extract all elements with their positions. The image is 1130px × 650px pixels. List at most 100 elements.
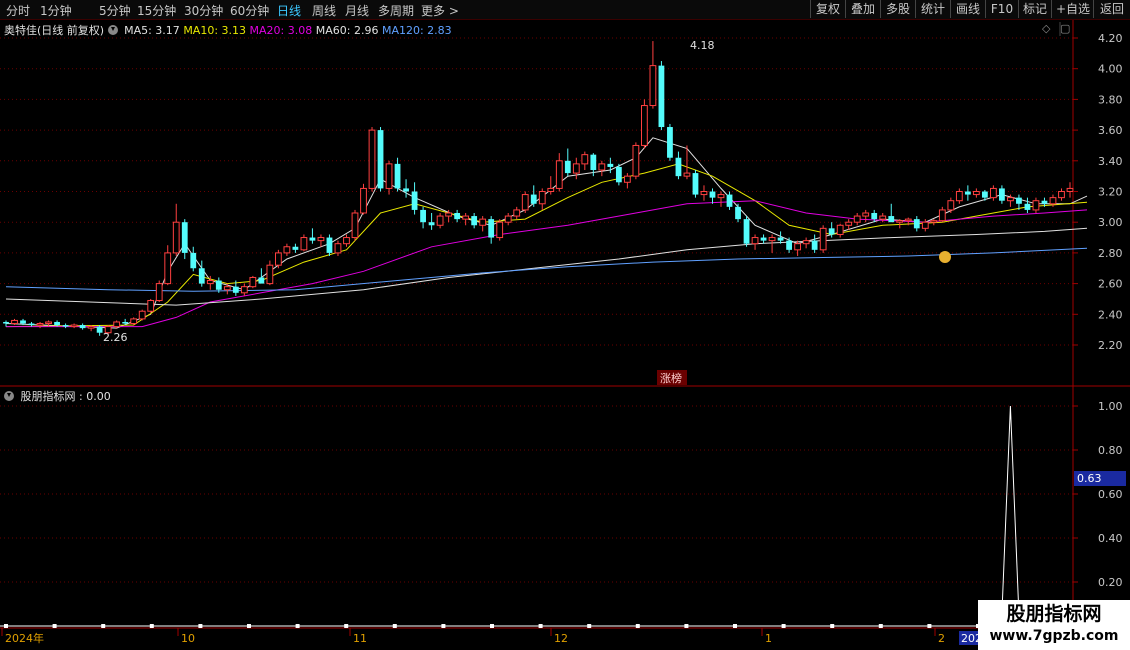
candle	[828, 222, 835, 238]
price-label: 2.60	[1098, 278, 1123, 291]
candle	[377, 127, 384, 192]
candle-body	[938, 209, 946, 222]
candle	[496, 219, 504, 241]
candle	[155, 280, 163, 303]
indicator-label: 0.80	[1098, 444, 1123, 457]
candle-body	[564, 160, 571, 174]
candle	[79, 323, 86, 330]
mark-button[interactable]: 标记	[1018, 0, 1051, 18]
tab-60min[interactable]: 60分钟	[230, 2, 269, 19]
ma5-line	[5, 137, 1088, 329]
candle	[564, 148, 571, 177]
price-label: 4.20	[1098, 32, 1123, 45]
candle	[743, 216, 750, 247]
candle	[403, 179, 409, 198]
candle-body	[3, 321, 9, 324]
candle	[198, 260, 205, 287]
candle-body	[181, 222, 188, 253]
tab-more[interactable]: 更多 >	[421, 2, 459, 19]
candle	[709, 188, 716, 204]
candle-body	[113, 321, 121, 328]
candle	[760, 234, 767, 244]
draw-line-button[interactable]: 画线	[950, 0, 985, 18]
candle	[3, 320, 9, 327]
candle-body	[888, 216, 895, 223]
tab-1min[interactable]: 1分钟	[40, 2, 72, 19]
indicator-dot	[733, 624, 737, 628]
multi-stock-button[interactable]: 多股	[880, 0, 915, 18]
candle-body	[411, 191, 418, 210]
candle	[581, 151, 589, 171]
candle-body	[326, 237, 333, 253]
tab-30min[interactable]: 30分钟	[184, 2, 223, 19]
indicator-dot	[101, 624, 106, 628]
add-watchlist-button[interactable]: +自选	[1051, 0, 1093, 18]
tab-monthly[interactable]: 月线	[345, 2, 369, 19]
candle	[768, 234, 776, 253]
adjust-button[interactable]: 复权	[810, 0, 845, 18]
candle	[751, 234, 759, 250]
tab-timeshare[interactable]: 分时	[6, 2, 30, 19]
candle	[794, 240, 802, 256]
candle	[420, 206, 426, 229]
f10-button[interactable]: F10	[985, 0, 1018, 18]
overlay-button[interactable]: 叠加	[845, 0, 880, 18]
candle	[667, 123, 673, 161]
candle-body	[54, 321, 60, 326]
candle	[164, 245, 172, 286]
candle	[11, 318, 18, 326]
candle	[632, 142, 640, 180]
tab-weekly[interactable]: 周线	[312, 2, 336, 19]
candle-body	[292, 246, 299, 250]
indicator-dropdown-icon[interactable]	[4, 391, 14, 401]
ma60-label: MA60: 2.96	[315, 24, 379, 37]
kline-chart[interactable]: 4.20 4.00 3.80 3.60 3.40 3.20 3.00 2.80 2.60 2.40…	[0, 0, 1130, 650]
candle-body	[572, 163, 580, 174]
tab-5min[interactable]: 5分钟	[99, 2, 131, 19]
ma120-line	[5, 247, 1088, 292]
candle	[649, 41, 657, 109]
statistics-button[interactable]: 统计	[915, 0, 950, 18]
candle-body	[190, 252, 197, 269]
candle	[836, 223, 844, 238]
indicator-dot	[538, 624, 543, 628]
time-label: 12	[554, 632, 568, 645]
candle-body	[726, 194, 733, 207]
candle-body	[1024, 203, 1031, 210]
time-label: 10	[181, 632, 195, 645]
indicator-dot	[878, 624, 883, 628]
axes	[0, 20, 1130, 650]
indicator-dot	[635, 624, 640, 628]
tab-daily[interactable]: 日线	[277, 2, 301, 19]
tab-15min[interactable]: 15分钟	[137, 2, 176, 19]
candle-body	[955, 191, 963, 202]
dropdown-circle-icon[interactable]	[107, 25, 118, 35]
back-button[interactable]: 返回	[1093, 0, 1130, 18]
indicator-dot	[490, 624, 494, 628]
candle-body	[853, 215, 861, 223]
candle	[735, 203, 741, 223]
candle-body	[445, 212, 453, 217]
diamond-icon[interactable]: ◇	[1042, 22, 1050, 35]
candle	[190, 246, 197, 272]
candle-body	[786, 240, 792, 250]
candle	[607, 157, 614, 174]
indicator-label: 股朋指标网 : 0.00	[20, 390, 111, 403]
candle	[292, 243, 299, 253]
candle	[896, 219, 904, 229]
candle-body	[436, 215, 444, 226]
candle	[590, 153, 597, 177]
candle-body	[1007, 197, 1014, 202]
indicator-label: 0.40	[1098, 532, 1123, 545]
tab-multi-period[interactable]: 多周期	[378, 2, 414, 19]
candle	[700, 185, 708, 201]
candle-body	[317, 237, 325, 242]
candle	[28, 321, 35, 327]
candle	[1066, 182, 1074, 198]
candle	[283, 243, 291, 256]
candle-body	[964, 191, 971, 195]
settings-square-icon[interactable]: ▢	[1060, 22, 1070, 35]
indicator-label: 0.60	[1098, 488, 1123, 501]
watermark-title: 股朋指标网	[1006, 603, 1102, 625]
candle-body	[836, 224, 844, 235]
